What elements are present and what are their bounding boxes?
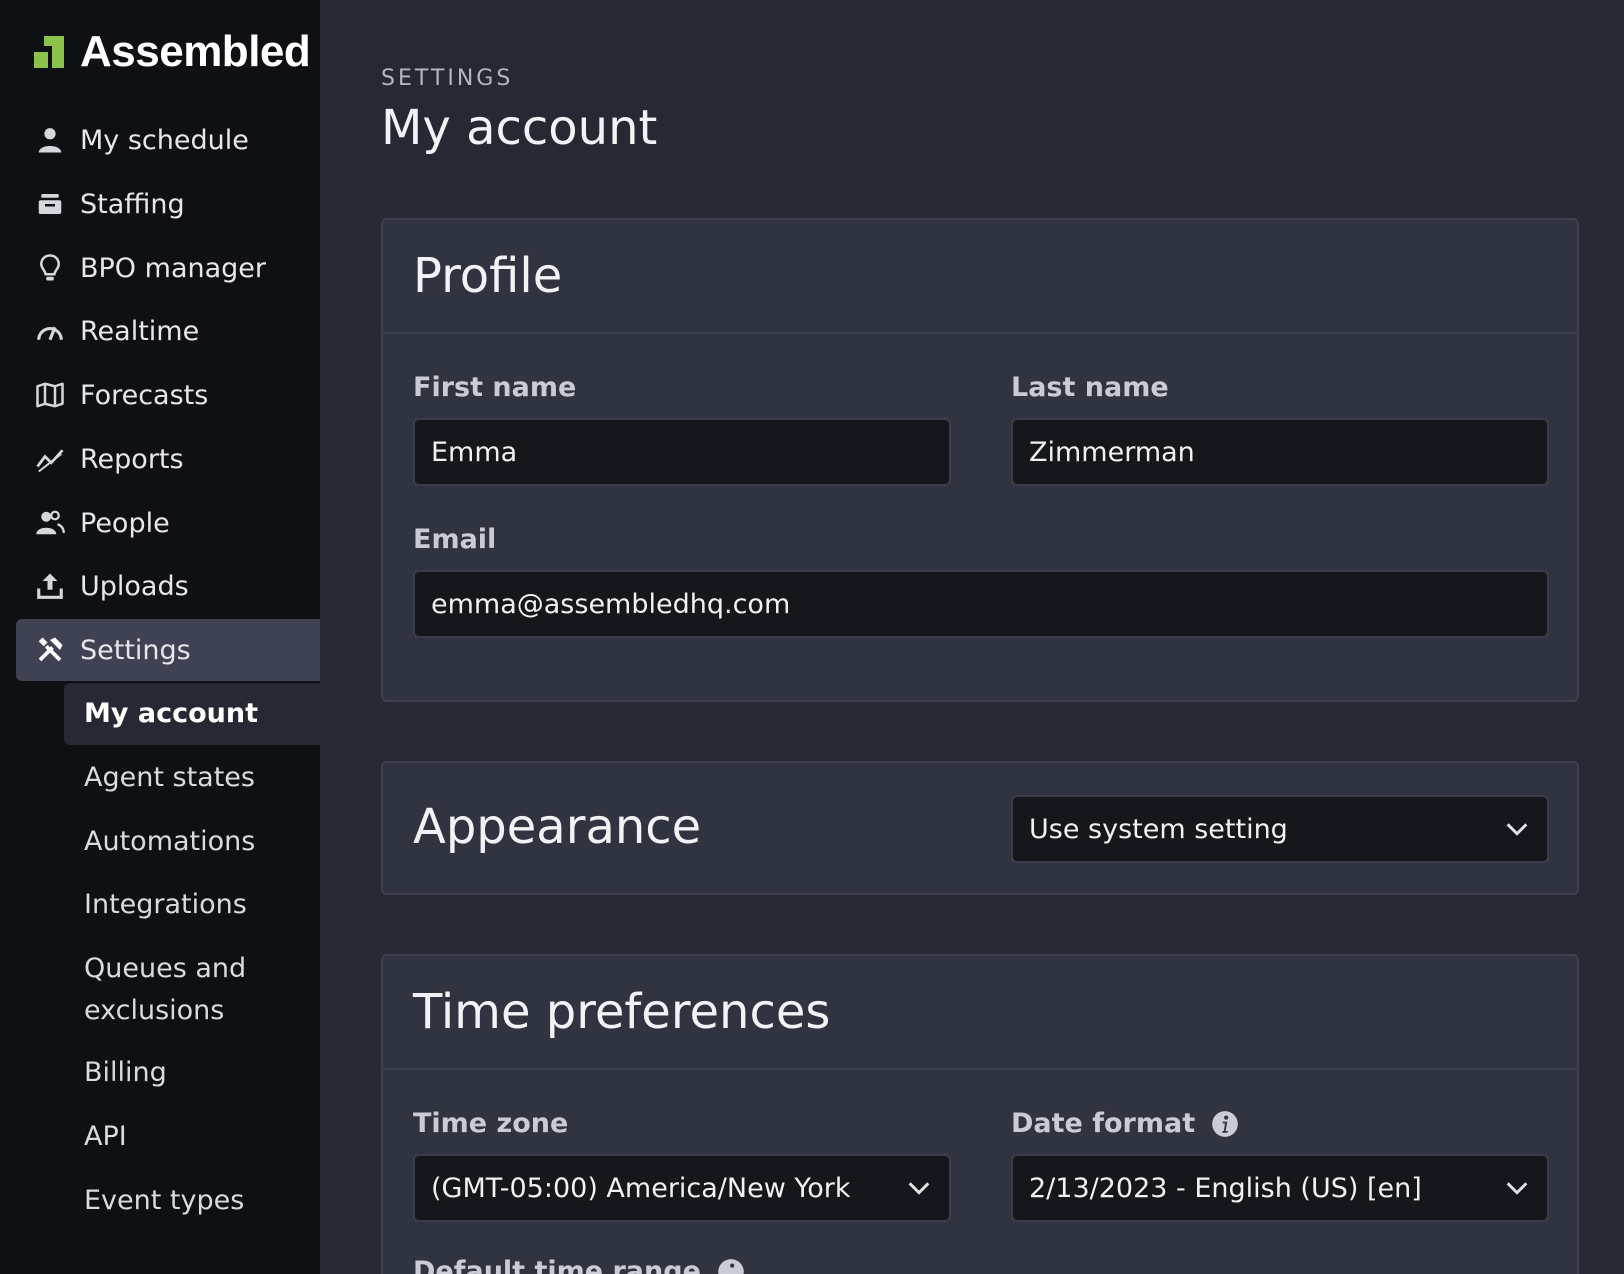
first-name-label: First name: [413, 372, 577, 403]
sidebar-item-label: Staffing: [80, 188, 185, 220]
profile-card: Profile First name Emma Last name Zimmer…: [381, 218, 1579, 702]
sidebar-subitem-automations[interactable]: Automations: [64, 821, 320, 863]
sidebar-item-label: BPO manager: [80, 252, 266, 284]
sidebar-subitem-label: Event types: [84, 1185, 245, 1216]
map-icon: [34, 379, 66, 411]
time-zone-label: Time zone: [413, 1108, 569, 1139]
info-icon[interactable]: [1211, 1110, 1239, 1138]
time-preferences-title: Time preferences: [413, 984, 831, 1040]
info-icon[interactable]: [717, 1258, 745, 1274]
lightbulb-icon: [34, 252, 66, 284]
time-zone-select[interactable]: (GMT-05:00) America/New York: [413, 1154, 951, 1222]
email-label: Email: [413, 524, 497, 555]
date-format-label: Date format: [1011, 1108, 1239, 1139]
date-format-selected-value: 2/13/2023 - English (US) [en]: [1029, 1172, 1422, 1204]
brand-logo[interactable]: Assembled: [30, 27, 311, 76]
last-name-input[interactable]: Zimmerman: [1011, 418, 1549, 486]
profile-card-header: Profile: [383, 220, 1577, 334]
chevron-down-icon: [908, 1182, 930, 1195]
page-eyebrow: SETTINGS: [381, 66, 514, 91]
inbox-tray-icon: [34, 188, 66, 220]
sidebar-item-label: Uploads: [80, 570, 189, 602]
time-preferences-card: Time preferences Time zone (GMT-05:00) A…: [381, 954, 1579, 1274]
users-icon: [34, 507, 66, 539]
sidebar-subitem-my-account[interactable]: My account: [64, 683, 320, 745]
first-name-value: Emma: [431, 436, 518, 468]
sidebar-subitem-label: Queues and exclusions: [84, 953, 247, 1026]
email-value: emma@assembledhq.com: [431, 588, 791, 620]
gauge-icon: [34, 315, 66, 347]
appearance-selected-value: Use system setting: [1029, 813, 1288, 845]
profile-title: Profile: [413, 248, 563, 304]
last-name-value: Zimmerman: [1029, 436, 1195, 468]
default-time-range-label-text: Default time range: [413, 1256, 701, 1274]
sidebar-subitem-queues-and-exclusions[interactable]: Queues and exclusions: [64, 948, 294, 1032]
sidebar-subitem-billing[interactable]: Billing: [64, 1052, 320, 1094]
page-title: My account: [381, 100, 658, 156]
last-name-label: Last name: [1011, 372, 1169, 403]
first-name-input[interactable]: Emma: [413, 418, 951, 486]
sidebar-item-settings[interactable]: Settings: [16, 619, 320, 681]
time-preferences-card-header: Time preferences: [383, 956, 1577, 1070]
default-time-range-label: Default time range: [413, 1256, 745, 1274]
sidebar-subitem-label: Integrations: [84, 889, 247, 920]
sidebar-item-label: Forecasts: [80, 379, 209, 411]
sidebar-subitem-label: My account: [84, 698, 258, 729]
sidebar-item-forecasts[interactable]: Forecasts: [16, 364, 320, 426]
sidebar-item-label: Reports: [80, 443, 184, 475]
sidebar-item-label: My schedule: [80, 124, 249, 156]
appearance-card: Appearance Use system setting: [381, 761, 1579, 895]
upload-icon: [34, 570, 66, 602]
sidebar-item-bpo-manager[interactable]: BPO manager: [16, 237, 320, 299]
user-icon: [34, 124, 66, 156]
sidebar-item-label: People: [80, 507, 170, 539]
sidebar-subitem-label: API: [84, 1121, 127, 1152]
appearance-select[interactable]: Use system setting: [1011, 795, 1549, 863]
sidebar-item-my-schedule[interactable]: My schedule: [16, 109, 320, 171]
sidebar-item-staffing[interactable]: Staffing: [16, 173, 320, 235]
sidebar-subitem-event-types[interactable]: Event types: [64, 1180, 320, 1222]
main-content: SETTINGS My account Profile First name E…: [320, 0, 1624, 1274]
sidebar-subitem-label: Agent states: [84, 762, 255, 793]
sidebar-subitem-label: Billing: [84, 1057, 167, 1088]
trend-line-icon: [34, 443, 66, 475]
sidebar-subitem-agent-states[interactable]: Agent states: [64, 757, 320, 799]
sidebar-subitem-label: Automations: [84, 826, 256, 857]
chevron-down-icon: [1506, 1182, 1528, 1195]
sidebar-item-reports[interactable]: Reports: [16, 428, 320, 490]
date-format-select[interactable]: 2/13/2023 - English (US) [en]: [1011, 1154, 1549, 1222]
sidebar-item-uploads[interactable]: Uploads: [16, 555, 320, 617]
chevron-down-icon: [1506, 823, 1528, 836]
email-input[interactable]: emma@assembledhq.com: [413, 570, 1549, 638]
sidebar-item-people[interactable]: People: [16, 492, 320, 554]
brand-name: Assembled: [80, 27, 311, 76]
sidebar-item-label: Realtime: [80, 315, 200, 347]
appearance-title: Appearance: [413, 799, 702, 855]
date-format-label-text: Date format: [1011, 1108, 1196, 1139]
sidebar-subitem-api[interactable]: API: [64, 1116, 320, 1158]
sidebar: Assembled My schedule Staffing BPO manag…: [0, 0, 320, 1274]
assembled-logo-icon: [34, 36, 64, 68]
sidebar-subitem-integrations[interactable]: Integrations: [64, 884, 320, 926]
sidebar-item-realtime[interactable]: Realtime: [16, 300, 320, 362]
time-zone-selected-value: (GMT-05:00) America/New York: [431, 1172, 851, 1204]
tools-icon: [34, 634, 66, 666]
sidebar-item-label: Settings: [80, 634, 191, 666]
